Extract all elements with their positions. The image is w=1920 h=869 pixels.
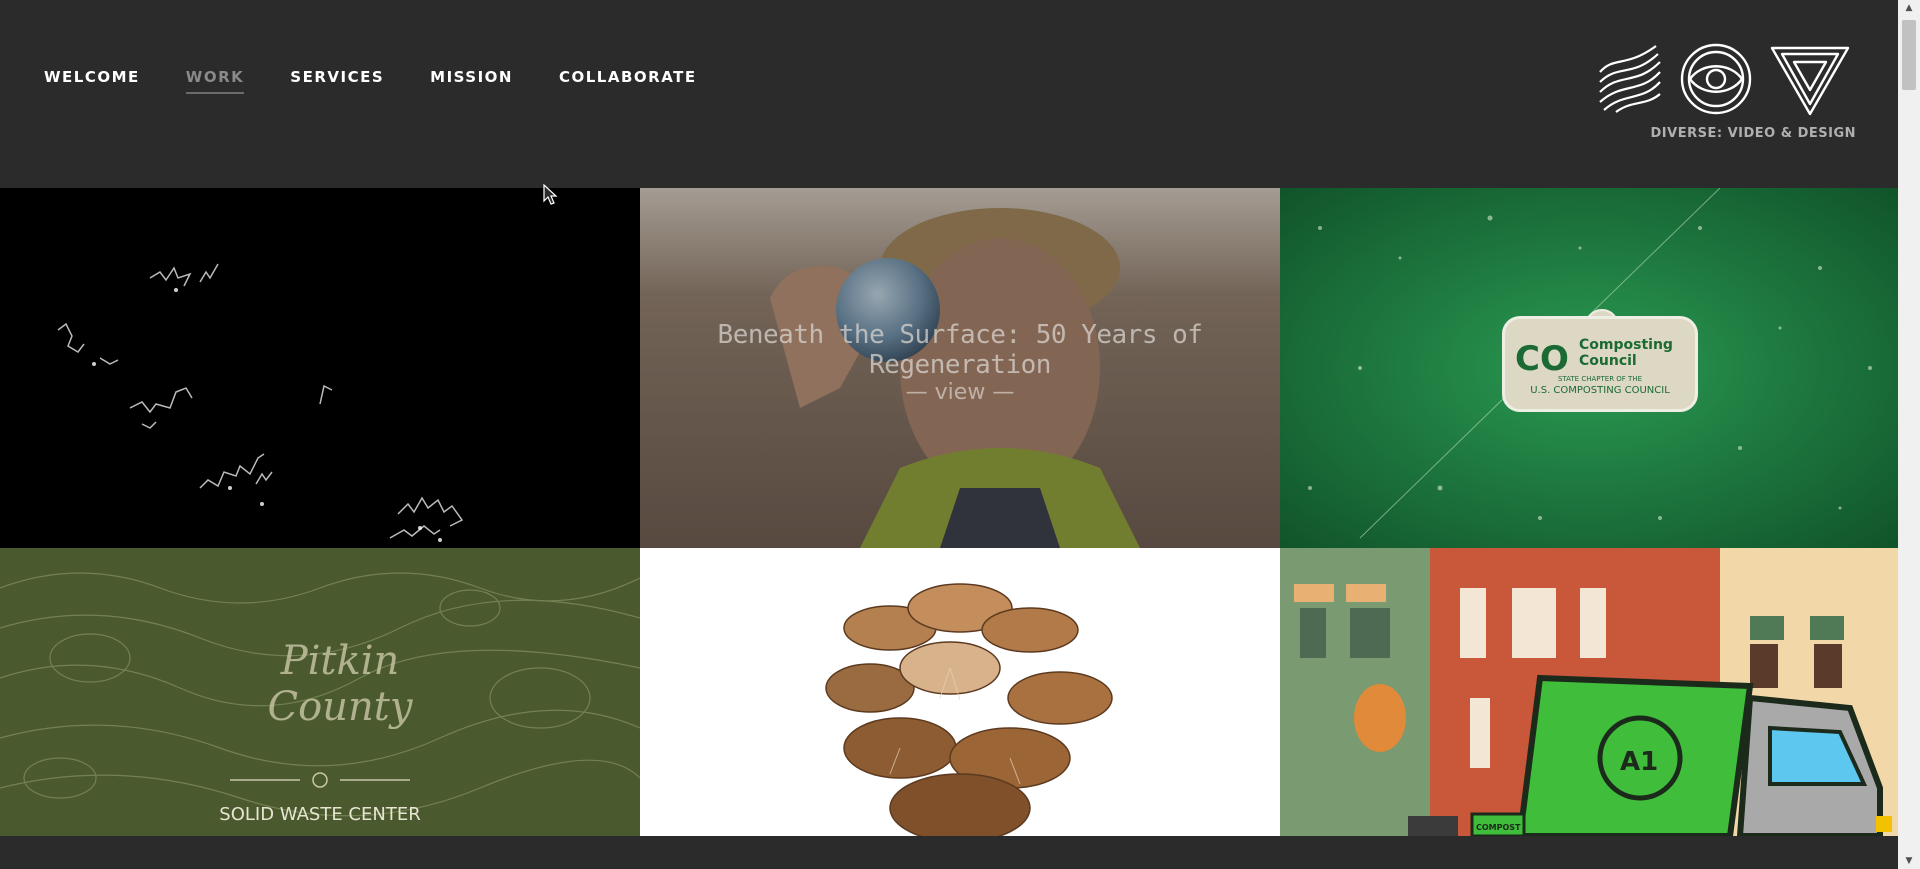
compost-bin-label: COMPOST [1476, 823, 1521, 832]
work-grid: Beneath the Surface: 50 Years of Regener… [0, 188, 1898, 836]
tile-beneath-the-surface[interactable]: Beneath the Surface: 50 Years of Regener… [640, 188, 1280, 548]
badge-co: CO [1515, 339, 1569, 379]
tile-title: Beneath the Surface: 50 Years of Regener… [717, 320, 1203, 380]
nav-welcome[interactable]: WELCOME [44, 68, 140, 94]
nav-work[interactable]: WORK [185, 68, 245, 94]
badge-us: U.S. COMPOSTING COUNCIL [1530, 385, 1670, 396]
page: WELCOME WORK SERVICES MISSION COLLABORAT… [0, 0, 1920, 869]
mouse-cursor-icon [543, 184, 558, 205]
nav-collaborate[interactable]: COLLABORATE [559, 68, 697, 94]
scroll-thumb[interactable] [1902, 20, 1916, 90]
tile-colorado-composting[interactable]: CO Composting Council STATE CHAPTER OF T… [1280, 188, 1898, 548]
badge-state: STATE CHAPTER OF THE [1557, 375, 1643, 383]
abstract-texture [57, 263, 464, 542]
mushroom-cluster-illustration [640, 548, 1280, 836]
main-nav: WELCOME WORK SERVICES MISSION COLLABORAT… [44, 68, 743, 94]
composting-council-badge: CO Composting Council STATE CHAPTER OF T… [1502, 316, 1698, 412]
tile-abstract-dark[interactable] [0, 188, 640, 548]
pitkin-subtitle: SOLID WASTE CENTER [219, 804, 421, 825]
tile-mushrooms[interactable] [640, 548, 1280, 836]
triangle-icon [1770, 46, 1850, 116]
brand-logo[interactable]: DIVERSE: VIDEO & DESIGN [1596, 42, 1856, 146]
tile-a1-truck[interactable]: A1 COMPOST [1280, 548, 1898, 836]
site-header: WELCOME WORK SERVICES MISSION COLLABORAT… [0, 0, 1898, 188]
wave-lines-icon [1599, 45, 1661, 113]
eye-icon [1680, 43, 1752, 115]
page-scrollbar[interactable]: ▲ ▼ [1898, 0, 1920, 869]
city-truck-illustration: A1 COMPOST [1280, 548, 1898, 836]
pitkin-title: Pitkin County [267, 638, 413, 730]
view-link[interactable]: — view — [640, 380, 1280, 405]
nav-services[interactable]: SERVICES [290, 68, 384, 94]
badge-name: Composting Council [1579, 337, 1673, 369]
nav-mission[interactable]: MISSION [430, 68, 513, 94]
brand-caption: DIVERSE: VIDEO & DESIGN [1650, 126, 1856, 141]
tile-pitkin-county[interactable]: Pitkin County SOLID WASTE CENTER [0, 548, 640, 836]
scroll-up-icon[interactable]: ▲ [1898, 0, 1920, 16]
logo-mark [1599, 43, 1850, 116]
truck-label: A1 [1620, 747, 1658, 777]
scroll-down-icon[interactable]: ▼ [1898, 853, 1920, 869]
